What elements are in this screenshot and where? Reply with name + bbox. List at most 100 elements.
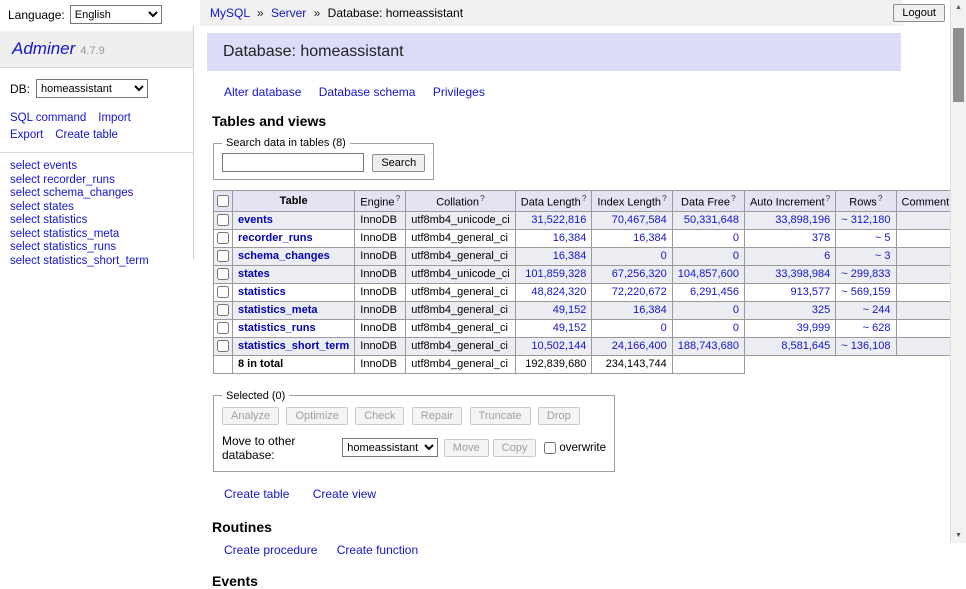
rows-count-link[interactable]: ~ 136,108 xyxy=(841,340,890,352)
sidebar-link-create-table[interactable]: Create table xyxy=(55,129,118,141)
rows-count-link[interactable]: ~ 312,180 xyxy=(841,214,890,226)
privileges-link[interactable]: Privileges xyxy=(433,85,485,99)
data-length-link[interactable]: 16,384 xyxy=(553,250,587,262)
search-input[interactable] xyxy=(222,153,364,172)
rows-count-link[interactable]: ~ 628 xyxy=(863,322,891,334)
move-database-select[interactable]: homeassistant xyxy=(342,438,438,457)
index-length-link[interactable]: 0 xyxy=(661,322,667,334)
data-free-link[interactable]: 0 xyxy=(733,304,739,316)
create-procedure-link[interactable]: Create procedure xyxy=(224,543,317,557)
data-length-help-link[interactable]: ? xyxy=(582,193,587,203)
engine-help-link[interactable]: ? xyxy=(396,193,401,203)
sidebar-item-select-states[interactable]: select states xyxy=(0,201,193,214)
sidebar-item-select-schema-changes[interactable]: select schema_changes xyxy=(0,187,193,200)
data-free-link[interactable]: 50,331,648 xyxy=(684,214,739,226)
table-name-link[interactable]: schema_changes xyxy=(238,250,330,262)
table-name-link[interactable]: statistics xyxy=(238,286,286,298)
row-select-checkbox[interactable] xyxy=(217,214,229,226)
data-length-link[interactable]: 10,502,144 xyxy=(531,340,586,352)
copy-button[interactable]: Copy xyxy=(493,439,537,457)
repair-button[interactable]: Repair xyxy=(412,407,462,425)
index-length-link[interactable]: 24,166,400 xyxy=(612,340,667,352)
move-button[interactable]: Move xyxy=(444,439,489,457)
auto-increment-link[interactable]: 6 xyxy=(824,250,830,262)
index-length-link[interactable]: 70,467,584 xyxy=(612,214,667,226)
table-name-link[interactable]: recorder_runs xyxy=(238,232,313,244)
index-length-link[interactable]: 0 xyxy=(661,250,667,262)
table-name-link[interactable]: statistics_runs xyxy=(238,322,316,334)
optimize-button[interactable]: Optimize xyxy=(286,407,347,425)
row-select-checkbox[interactable] xyxy=(217,250,229,262)
row-select-checkbox[interactable] xyxy=(217,322,229,334)
rows-count-link[interactable]: ~ 299,833 xyxy=(841,268,890,280)
alter-database-link[interactable]: Alter database xyxy=(224,85,301,99)
data-free-link[interactable]: 6,291,456 xyxy=(690,286,739,298)
sidebar-item-select-statistics-short-term[interactable]: select statistics_short_term xyxy=(0,255,193,268)
logout-button[interactable]: Logout xyxy=(893,4,945,22)
auto-increment-help-link[interactable]: ? xyxy=(826,193,831,203)
data-length-link[interactable]: 49,152 xyxy=(553,322,587,334)
scrollbar-track[interactable]: ▲ ▼ xyxy=(950,0,966,543)
sidebar-item-select-statistics-runs[interactable]: select statistics_runs xyxy=(0,241,193,254)
index-length-link[interactable]: 72,220,672 xyxy=(612,286,667,298)
scrollbar-down-arrow[interactable]: ▼ xyxy=(951,528,966,543)
data-length-link[interactable]: 49,152 xyxy=(553,304,587,316)
row-select-checkbox[interactable] xyxy=(217,232,229,244)
scrollbar-thumb[interactable] xyxy=(953,28,964,102)
index-length-help-link[interactable]: ? xyxy=(662,193,667,203)
database-schema-link[interactable]: Database schema xyxy=(319,85,416,99)
auto-increment-link[interactable]: 913,577 xyxy=(791,286,831,298)
row-select-checkbox[interactable] xyxy=(217,304,229,316)
auto-increment-link[interactable]: 33,898,196 xyxy=(775,214,830,226)
adminer-logo-link[interactable]: Adminer xyxy=(12,39,75,58)
select-all-checkbox[interactable] xyxy=(217,195,229,207)
row-select-checkbox[interactable] xyxy=(217,268,229,280)
rows-count-link[interactable]: ~ 5 xyxy=(875,232,891,244)
collation-help-link[interactable]: ? xyxy=(480,193,485,203)
data-free-link[interactable]: 0 xyxy=(733,250,739,262)
auto-increment-link[interactable]: 378 xyxy=(812,232,830,244)
db-select[interactable]: homeassistant xyxy=(36,79,148,98)
rows-count-link[interactable]: ~ 244 xyxy=(863,304,891,316)
analyze-button[interactable]: Analyze xyxy=(222,407,279,425)
truncate-button[interactable]: Truncate xyxy=(470,407,531,425)
index-length-link[interactable]: 67,256,320 xyxy=(612,268,667,280)
create-function-link[interactable]: Create function xyxy=(337,543,418,557)
row-select-checkbox[interactable] xyxy=(217,286,229,298)
sidebar-link-export[interactable]: Export xyxy=(10,129,43,141)
data-free-help-link[interactable]: ? xyxy=(731,193,736,203)
language-select[interactable]: English xyxy=(70,5,162,24)
auto-increment-link[interactable]: 39,999 xyxy=(797,322,831,334)
overwrite-checkbox[interactable] xyxy=(544,442,556,454)
scrollbar-up-arrow[interactable]: ▲ xyxy=(951,0,966,15)
sidebar-link-import[interactable]: Import xyxy=(98,112,131,124)
data-length-link[interactable]: 16,384 xyxy=(553,232,587,244)
table-name-link[interactable]: statistics_short_term xyxy=(238,340,349,352)
table-name-link[interactable]: statistics_meta xyxy=(238,304,318,316)
table-name-link[interactable]: states xyxy=(238,268,270,280)
row-select-checkbox[interactable] xyxy=(217,340,229,352)
breadcrumb-link-server[interactable]: Server xyxy=(271,6,306,20)
auto-increment-link[interactable]: 33,398,984 xyxy=(775,268,830,280)
rows-count-link[interactable]: ~ 3 xyxy=(875,250,891,262)
index-length-link[interactable]: 16,384 xyxy=(633,304,667,316)
data-free-link[interactable]: 0 xyxy=(733,322,739,334)
table-name-link[interactable]: events xyxy=(238,214,273,226)
create-view-link[interactable]: Create view xyxy=(313,487,376,501)
breadcrumb-link-mysql[interactable]: MySQL xyxy=(210,6,250,20)
rows-count-link[interactable]: ~ 569,159 xyxy=(841,286,890,298)
search-button[interactable]: Search xyxy=(372,154,425,172)
sidebar-item-select-statistics-meta[interactable]: select statistics_meta xyxy=(0,228,193,241)
data-free-link[interactable]: 104,857,600 xyxy=(678,268,739,280)
data-length-link[interactable]: 101,859,328 xyxy=(525,268,586,280)
sidebar-item-select-recorder-runs[interactable]: select recorder_runs xyxy=(0,174,193,187)
drop-button[interactable]: Drop xyxy=(538,407,580,425)
index-length-link[interactable]: 16,384 xyxy=(633,232,667,244)
data-length-link[interactable]: 48,824,320 xyxy=(531,286,586,298)
data-free-link[interactable]: 188,743,680 xyxy=(678,340,739,352)
rows-help-link[interactable]: ? xyxy=(878,193,883,203)
sidebar-link-sql-command[interactable]: SQL command xyxy=(10,112,86,124)
auto-increment-link[interactable]: 8,581,645 xyxy=(781,340,830,352)
sidebar-item-select-statistics[interactable]: select statistics xyxy=(0,214,193,227)
data-length-link[interactable]: 31,522,816 xyxy=(531,214,586,226)
